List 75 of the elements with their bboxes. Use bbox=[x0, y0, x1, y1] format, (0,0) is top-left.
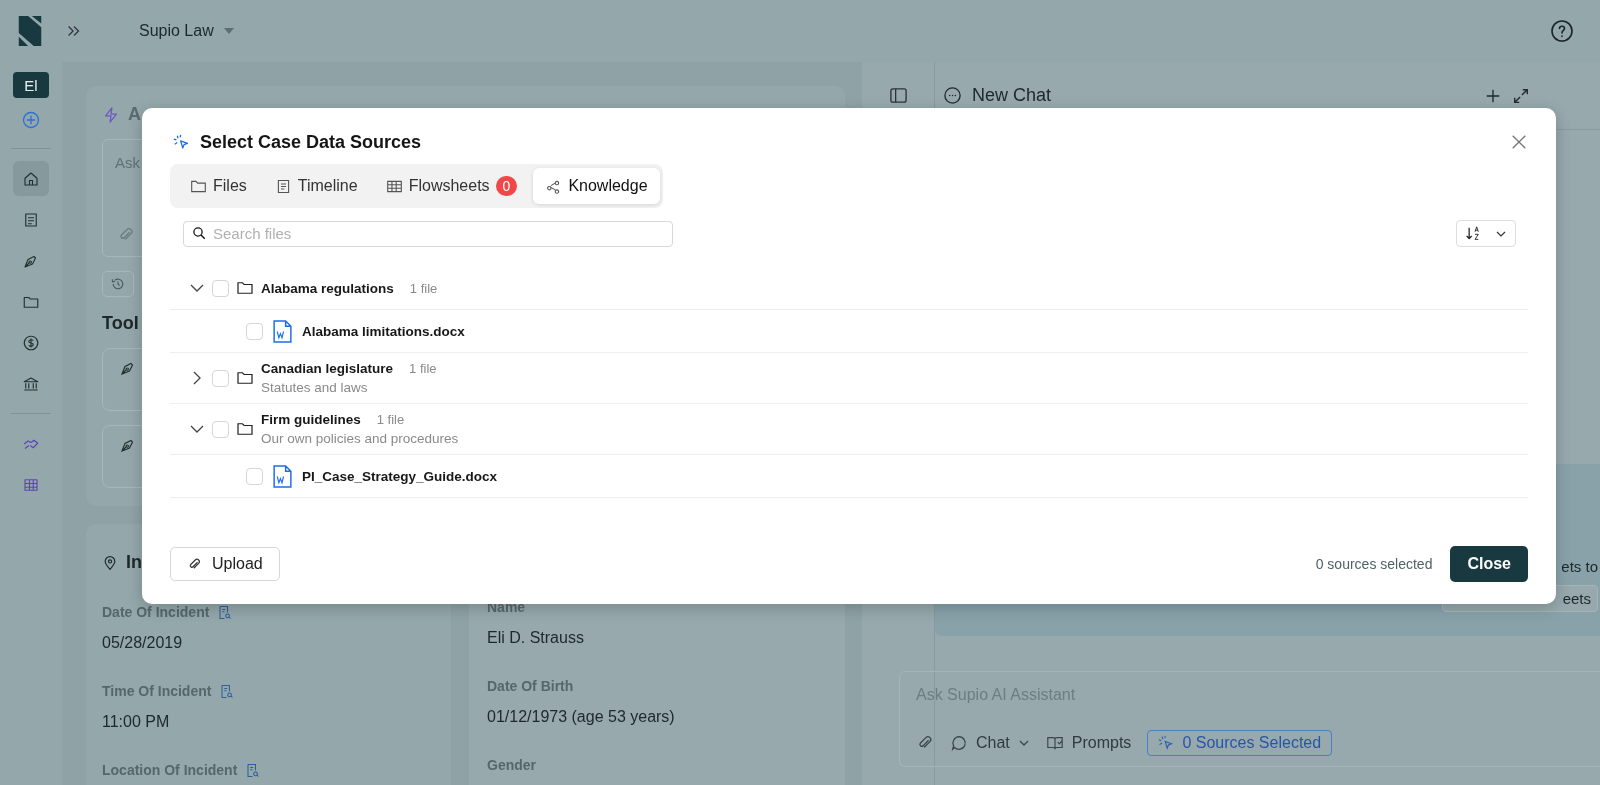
field-label: Location Of Incident bbox=[102, 762, 238, 778]
folder-row[interactable]: Canadian legislature 1 file Statutes and laws bbox=[170, 353, 1528, 404]
file-name: Alabama limitations.docx bbox=[302, 323, 465, 339]
dialog-title: Select Case Data Sources bbox=[200, 131, 422, 153]
checkbox[interactable] bbox=[212, 369, 229, 387]
history-button[interactable] bbox=[102, 271, 134, 297]
card-title: In bbox=[126, 552, 142, 573]
file-count: 1 file bbox=[376, 412, 405, 427]
section-heading: Tool bbox=[102, 313, 139, 334]
search-field[interactable]: Search files bbox=[183, 220, 673, 247]
close-button[interactable]: Close bbox=[1450, 546, 1528, 582]
help-icon[interactable] bbox=[1550, 19, 1574, 43]
file-row[interactable]: Alabama limitations.docx bbox=[170, 310, 1528, 353]
folder-icon bbox=[237, 422, 253, 436]
folder-name: Firm guidelines bbox=[261, 412, 361, 427]
lightning-icon bbox=[102, 105, 120, 124]
sort-dropdown[interactable] bbox=[1456, 220, 1516, 247]
file-count: 1 file bbox=[409, 361, 437, 376]
tab[interactable]: Timeline bbox=[262, 168, 370, 204]
close-icon[interactable] bbox=[1510, 133, 1528, 151]
location-pin-icon bbox=[102, 554, 118, 571]
file-name: PI_Case_Strategy_Guide.docx bbox=[302, 468, 498, 484]
upload-button[interactable]: Upload bbox=[170, 547, 280, 581]
dollar-icon bbox=[22, 333, 40, 352]
workspace-dropdown[interactable]: Supio Law bbox=[139, 22, 234, 40]
file-count: 1 file bbox=[409, 280, 438, 296]
tab[interactable]: Files bbox=[178, 168, 259, 204]
sidebar-toggle-icon[interactable] bbox=[888, 86, 908, 105]
document-icon bbox=[22, 210, 40, 229]
book-icon bbox=[1045, 734, 1064, 752]
field-label: Gender bbox=[487, 757, 537, 773]
tab[interactable]: Flowsheets 0 bbox=[373, 167, 530, 205]
field-label: Date Of Birth bbox=[487, 678, 575, 694]
folder-name: Canadian legislature bbox=[261, 361, 394, 376]
mode-dropdown[interactable]: Chat bbox=[950, 734, 1030, 752]
document-search-icon[interactable] bbox=[245, 762, 261, 778]
chat-title: New Chat bbox=[972, 85, 1052, 106]
prompts-button[interactable]: Prompts bbox=[1045, 734, 1132, 752]
field-label: Time Of Incident bbox=[102, 683, 212, 699]
word-document-icon bbox=[273, 464, 292, 488]
chat-bubble-icon bbox=[943, 86, 962, 105]
cursor-click-icon bbox=[1158, 735, 1175, 751]
notice-text: ets to bbox=[1561, 558, 1598, 575]
folder-row[interactable]: Alabama regulations 1 file bbox=[170, 267, 1528, 310]
document-search-icon[interactable] bbox=[219, 683, 235, 699]
document-search-icon[interactable] bbox=[217, 604, 233, 620]
folder-name: Alabama regulations bbox=[261, 280, 394, 296]
count-badge: 0 bbox=[495, 176, 518, 196]
fullscreen-icon[interactable] bbox=[1512, 86, 1530, 105]
field-value: Eli D. Strauss bbox=[487, 629, 585, 647]
card-title: A bbox=[128, 104, 141, 125]
file-row[interactable]: PI_Case_Strategy_Guide.docx bbox=[170, 455, 1528, 498]
add-icon[interactable] bbox=[21, 110, 41, 130]
field-value: 11:00 PM bbox=[102, 713, 171, 731]
checkbox[interactable] bbox=[246, 322, 263, 340]
nav-item[interactable] bbox=[13, 161, 49, 196]
folder-row[interactable]: Firm guidelines 1 file Our own policies and procedures bbox=[170, 404, 1528, 455]
folder-icon bbox=[237, 281, 253, 295]
checkbox[interactable] bbox=[246, 467, 263, 485]
tab[interactable]: Knowledge bbox=[533, 168, 660, 204]
folder-description: Statutes and laws bbox=[261, 380, 369, 395]
checkbox[interactable] bbox=[212, 420, 229, 438]
word-document-icon bbox=[273, 319, 292, 343]
field-label: Date Of Incident bbox=[102, 604, 210, 620]
folder-description: Our own policies and procedures bbox=[261, 431, 459, 446]
history-icon bbox=[110, 276, 126, 292]
cursor-click-icon bbox=[173, 133, 190, 151]
selection-status: 0 sources selected bbox=[1315, 556, 1433, 572]
search-icon bbox=[192, 225, 207, 241]
chat-bubble-icon bbox=[950, 734, 968, 752]
folder-icon bbox=[237, 371, 253, 385]
field-value: 05/28/2019 bbox=[102, 634, 184, 652]
field-value: 01/12/1973 (age 53 years) bbox=[487, 708, 676, 726]
checkbox[interactable] bbox=[212, 279, 229, 297]
user-avatar[interactable]: El bbox=[13, 72, 49, 98]
